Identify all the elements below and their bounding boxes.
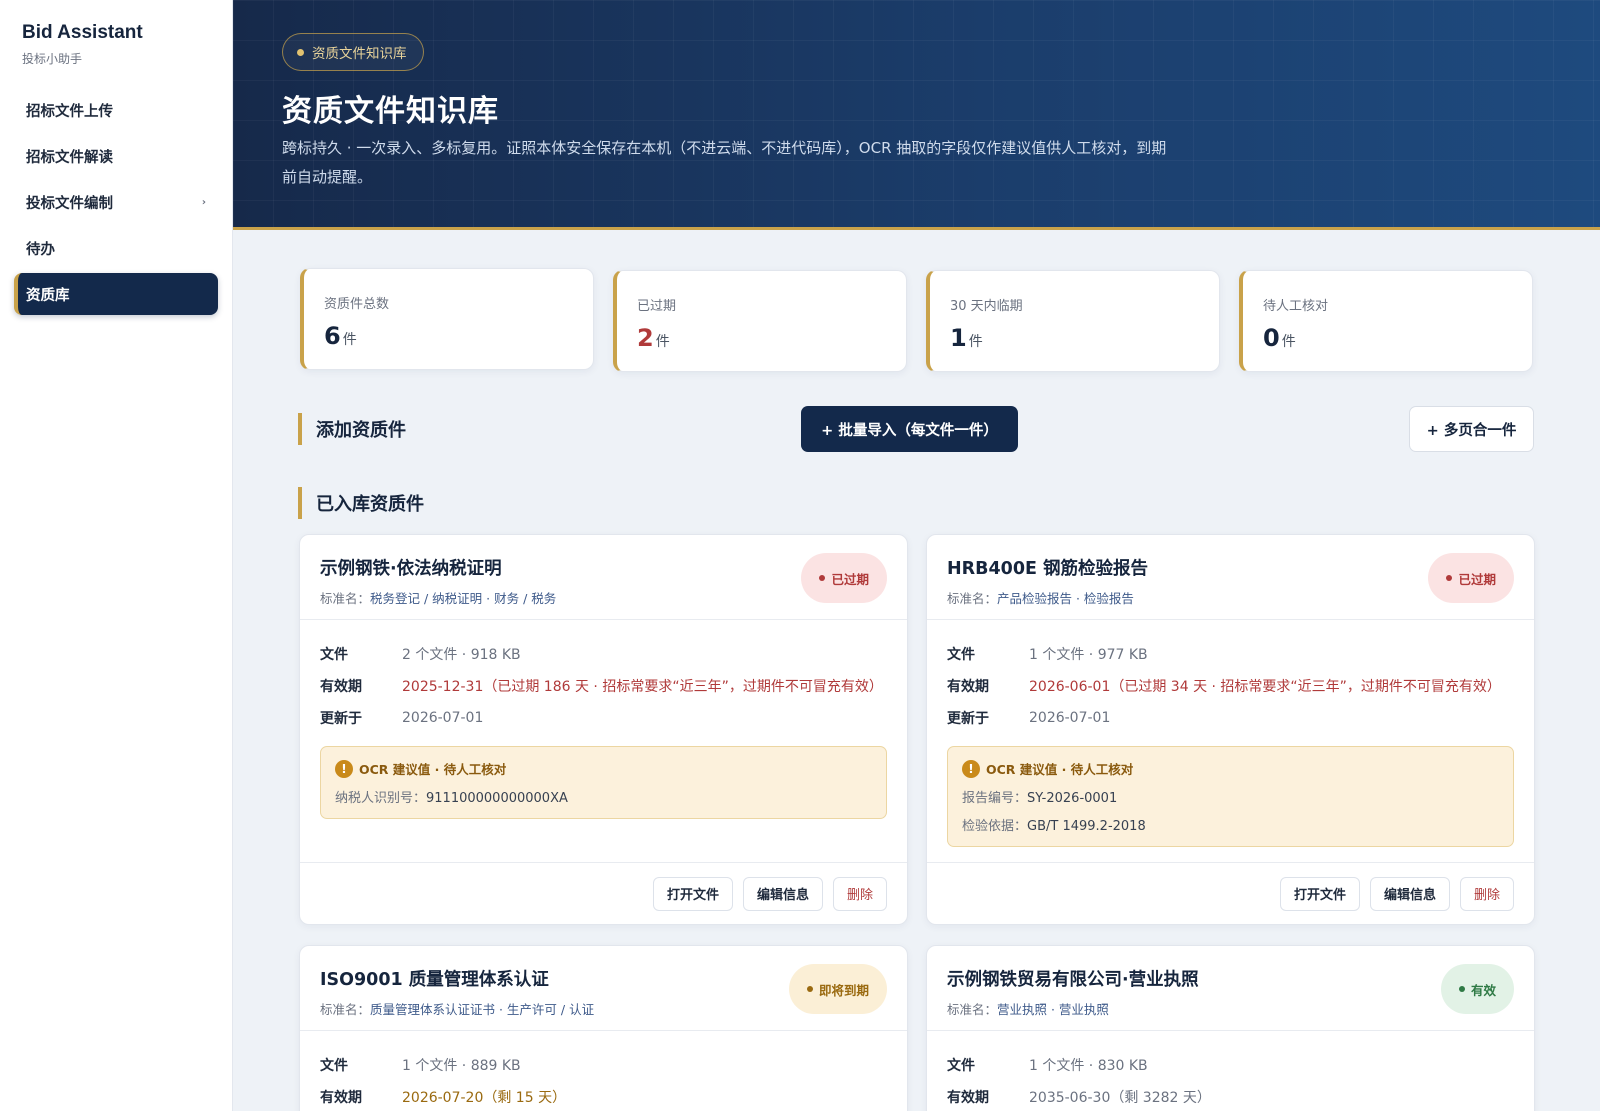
warning-icon: !	[335, 759, 353, 778]
card-standard-name: 标准名：营业执照 · 营业执照	[947, 1002, 1109, 1017]
validity-row: 有效期 2026-07-20（剩 15 天）	[320, 1090, 567, 1106]
ocr-suggestion-box: ! OCR 建议值 · 待人工核对 纳税人识别号：911100000000000X…	[320, 746, 887, 819]
file-row: 文件 2 个文件 · 918 KB	[320, 647, 521, 663]
ocr-field: 报告编号：SY-2026-0001	[962, 791, 1118, 806]
sidebar-item-label: 投标文件编制	[26, 195, 113, 212]
hero-pill: 资质文件知识库	[282, 33, 424, 71]
status-badge: 已过期	[1428, 553, 1514, 603]
card-actions: 打开文件 编辑信息 删除	[300, 862, 907, 924]
sidebar-item-todo[interactable]: 待办	[14, 227, 218, 269]
batch-import-button[interactable]: + 批量导入（每文件一件）	[801, 406, 1018, 452]
card-body: 文件 2 个文件 · 918 KB 有效期 2025-12-31（已过期 186 天…	[300, 620, 907, 819]
status-badge: 即将到期	[788, 964, 887, 1014]
dot-icon	[1446, 575, 1453, 581]
open-file-button[interactable]: 打开文件	[652, 876, 733, 911]
qualification-card: 示例钢铁·依法纳税证明 标准名：税务登记 / 纳税证明 · 财务 / 税务 已过…	[299, 534, 908, 925]
card-body: 文件 1 个文件 · 889 KB 有效期 2026-07-20（剩 15 天）	[300, 1031, 907, 1111]
open-file-button[interactable]: 打开文件	[1279, 876, 1360, 911]
card-header: 示例钢铁贸易有限公司·营业执照 标准名：营业执照 · 营业执照 有效	[927, 946, 1534, 1031]
add-section-title: 添加资质件	[298, 413, 406, 445]
card-header: ISO9001 质量管理体系认证 标准名：质量管理体系认证证书 · 生产许可 /…	[300, 946, 907, 1031]
card-title: 示例钢铁贸易有限公司·营业执照	[947, 970, 1199, 990]
ocr-header: ! OCR 建议值 · 待人工核对	[962, 759, 1499, 778]
delete-button[interactable]: 删除	[832, 876, 887, 911]
brand-subtitle: 投标小助手	[22, 52, 83, 66]
stat-label: 待人工核对	[1263, 299, 1329, 314]
sidebar-item-qualification-library[interactable]: 资质库	[14, 273, 218, 315]
ocr-field: 检验依据：GB/T 1499.2-2018	[962, 819, 1146, 834]
edit-info-button[interactable]: 编辑信息	[1369, 876, 1450, 911]
edit-info-button[interactable]: 编辑信息	[742, 876, 823, 911]
dot-icon	[819, 575, 826, 581]
file-row: 文件 1 个文件 · 830 KB	[947, 1058, 1148, 1074]
card-standard-name: 标准名：产品检验报告 · 检验报告	[947, 591, 1134, 606]
sidebar-item-tender-upload[interactable]: 招标文件上传	[14, 89, 218, 131]
sidebar-item-label: 招标文件解读	[26, 149, 113, 166]
stat-label: 30 天内临期	[950, 299, 1023, 314]
dot-icon	[1458, 986, 1465, 992]
stat-label: 资质件总数	[324, 297, 390, 312]
chevron-right-icon: ›	[201, 196, 206, 208]
file-row: 文件 1 个文件 · 977 KB	[947, 647, 1148, 663]
stat-value: 6件	[324, 322, 357, 350]
sidebar-item-label: 资质库	[26, 287, 70, 304]
ocr-suggestion-box: ! OCR 建议值 · 待人工核对 报告编号：SY-2026-0001 检验依据：…	[947, 746, 1514, 847]
ocr-field: 纳税人识别号：911100000000000XA	[335, 791, 568, 806]
hero-banner: 资质文件知识库 资质文件知识库 跨标持久 · 一次录入、多标复用。证照本体安全保…	[233, 0, 1600, 230]
multi-page-merge-button[interactable]: + 多页合一件	[1409, 406, 1534, 452]
card-standard-name: 标准名：税务登记 / 纳税证明 · 财务 / 税务	[320, 591, 557, 606]
sidebar-item-bid-compose[interactable]: 投标文件编制 ›	[14, 181, 218, 223]
sidebar: Bid Assistant 投标小助手 招标文件上传 招标文件解读 投标文件编制…	[0, 0, 233, 1111]
sidebar-item-tender-analysis[interactable]: 招标文件解读	[14, 135, 218, 177]
stat-pending-review: 待人工核对 0件	[1239, 270, 1533, 372]
validity-row: 有效期 2025-12-31（已过期 186 天 · 招标常要求“近三年”，过期件…	[320, 679, 883, 695]
stat-expiring-soon: 30 天内临期 1件	[926, 270, 1220, 372]
warning-icon: !	[962, 759, 980, 778]
card-body: 文件 1 个文件 · 977 KB 有效期 2026-06-01（已过期 34 天 …	[927, 620, 1534, 847]
hero-pill-label: 资质文件知识库	[312, 46, 407, 62]
stat-value: 1件	[950, 324, 983, 352]
updated-row: 更新于 2026-07-01	[947, 710, 1111, 727]
list-section-title: 已入库资质件	[298, 487, 424, 519]
page-title: 资质文件知识库	[282, 94, 499, 129]
file-row: 文件 1 个文件 · 889 KB	[320, 1058, 521, 1074]
sidebar-nav: 招标文件上传 招标文件解读 投标文件编制 › 待办 资质库	[14, 89, 218, 315]
card-actions: 打开文件 编辑信息 删除	[927, 862, 1534, 924]
card-header: 示例钢铁·依法纳税证明 标准名：税务登记 / 纳税证明 · 财务 / 税务 已过…	[300, 535, 907, 620]
hero-description: 跨标持久 · 一次录入、多标复用。证照本体安全保存在本机（不进云端、不进代码库）…	[282, 139, 1167, 186]
validity-row: 有效期 2035-06-30（剩 3282 天）	[947, 1090, 1211, 1106]
stat-value: 0件	[1263, 324, 1296, 352]
brand-title: Bid Assistant	[22, 22, 143, 43]
ocr-header: ! OCR 建议值 · 待人工核对	[335, 759, 872, 778]
stat-label: 已过期	[637, 299, 677, 314]
stat-expired: 已过期 2件	[613, 270, 907, 372]
stat-total: 资质件总数 6件	[300, 268, 594, 370]
card-body: 文件 1 个文件 · 830 KB 有效期 2035-06-30（剩 3282 天）	[927, 1031, 1534, 1111]
status-badge: 已过期	[801, 553, 887, 603]
qualification-card: HRB400E 钢筋检验报告 标准名：产品检验报告 · 检验报告 已过期 文件 1…	[926, 534, 1535, 925]
qualification-card: ISO9001 质量管理体系认证 标准名：质量管理体系认证证书 · 生产许可 /…	[299, 945, 908, 1111]
sidebar-item-label: 招标文件上传	[26, 103, 113, 120]
validity-row: 有效期 2026-06-01（已过期 34 天 · 招标常要求“近三年”，过期件不…	[947, 679, 1501, 695]
updated-row: 更新于 2026-07-01	[320, 710, 484, 727]
stat-value: 2件	[637, 324, 670, 352]
sidebar-item-label: 待办	[26, 241, 55, 258]
dot-icon	[806, 986, 813, 992]
qualification-card: 示例钢铁贸易有限公司·营业执照 标准名：营业执照 · 营业执照 有效 文件 1 个…	[926, 945, 1535, 1111]
dot-icon	[297, 48, 304, 56]
card-header: HRB400E 钢筋检验报告 标准名：产品检验报告 · 检验报告 已过期	[927, 535, 1534, 620]
status-badge: 有效	[1440, 964, 1514, 1014]
delete-button[interactable]: 删除	[1459, 876, 1514, 911]
